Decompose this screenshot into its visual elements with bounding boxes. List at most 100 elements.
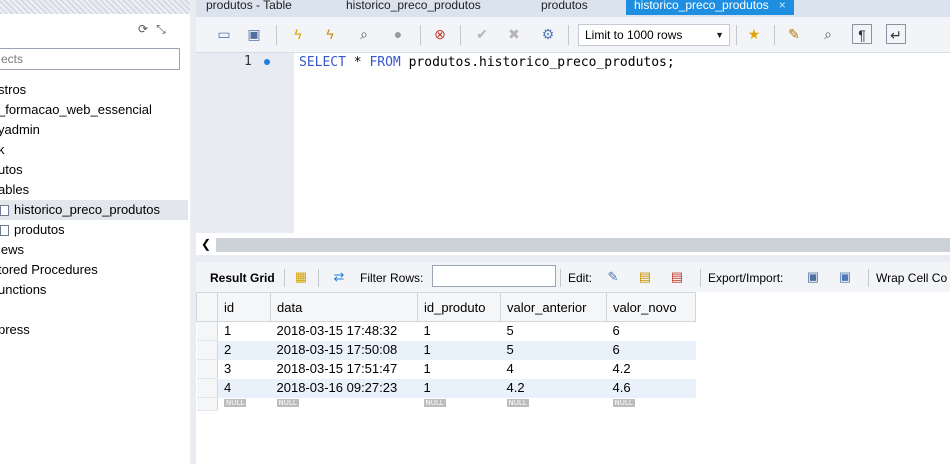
row-header[interactable] bbox=[196, 378, 218, 398]
row-header[interactable] bbox=[196, 359, 218, 379]
save-icon[interactable]: ▣ bbox=[244, 24, 264, 44]
cell-valor-novo[interactable]: 4.6 bbox=[606, 378, 696, 398]
line-number: 1 bbox=[244, 54, 252, 69]
cell-valor-anterior-null[interactable]: NULL bbox=[501, 398, 607, 411]
cell-data[interactable]: 2018-03-15 17:48:32 bbox=[271, 322, 418, 341]
filter-rows-label: Filter Rows: bbox=[360, 271, 424, 285]
beautify-icon[interactable]: ✎ bbox=[784, 24, 804, 44]
null-badge: NULL bbox=[224, 399, 247, 407]
row-header[interactable] bbox=[196, 340, 218, 360]
tree-item-schema[interactable]: utos bbox=[0, 160, 23, 180]
cell-id[interactable]: 3 bbox=[218, 360, 271, 379]
export-icon[interactable]: ▣ bbox=[804, 268, 822, 286]
cell-data[interactable]: 2018-03-15 17:51:47 bbox=[271, 360, 418, 379]
cell-id-produto[interactable]: 1 bbox=[418, 360, 501, 379]
cell-id[interactable]: 1 bbox=[218, 322, 271, 341]
tree-item-schema[interactable]: press bbox=[0, 320, 30, 340]
open-file-icon[interactable]: ▭ bbox=[214, 24, 234, 44]
tree-item-label: produtos bbox=[14, 222, 65, 237]
cell-data-null[interactable]: NULL bbox=[271, 398, 418, 411]
sql-code-line[interactable]: SELECT * FROM produtos.historico_preco_p… bbox=[299, 54, 675, 71]
tree-item-table-produtos[interactable]: produtos bbox=[0, 220, 65, 240]
cell-id-produto-null[interactable]: NULL bbox=[418, 398, 501, 411]
collapse-icon[interactable]: ⤡ bbox=[156, 22, 166, 36]
edit-row-icon[interactable]: ✎ bbox=[604, 268, 622, 286]
column-header-valor-anterior[interactable]: valor_anterior bbox=[500, 292, 607, 322]
delete-row-icon[interactable]: ▤ bbox=[668, 268, 686, 286]
invisible-chars-icon[interactable]: ¶ bbox=[852, 24, 872, 44]
scrollbar-thumb[interactable] bbox=[216, 238, 950, 252]
tree-item-table-historico[interactable]: historico_preco_produtos bbox=[0, 200, 188, 220]
cell-valor-novo[interactable]: 4.2 bbox=[607, 360, 696, 379]
close-icon[interactable]: × bbox=[779, 0, 786, 12]
refresh-icon[interactable]: ⇄ bbox=[330, 268, 348, 286]
tab-label: historico_preco_produtos bbox=[634, 0, 769, 12]
explain-icon[interactable]: ⌕ bbox=[354, 24, 374, 44]
filter-rows-input[interactable] bbox=[432, 265, 556, 287]
rollback-icon[interactable]: ✖ bbox=[504, 24, 524, 44]
find-icon[interactable]: ⌕ bbox=[818, 24, 838, 44]
column-header-id[interactable]: id bbox=[217, 292, 271, 322]
table-row[interactable]: 2 2018-03-15 17:50:08 1 5 6 bbox=[196, 340, 696, 360]
chevron-down-icon: ▼ bbox=[715, 30, 724, 40]
row-header[interactable] bbox=[196, 321, 218, 341]
cell-id[interactable]: 4 bbox=[217, 378, 271, 398]
tree-item-schema[interactable]: _formacao_web_essencial bbox=[0, 100, 152, 120]
sql-editor[interactable]: 1 SELECT * FROM produtos.historico_preco… bbox=[196, 53, 950, 233]
cell-valor-anterior[interactable]: 4 bbox=[501, 360, 607, 379]
autocommit-icon[interactable]: ⚙ bbox=[538, 24, 558, 44]
row-header[interactable] bbox=[196, 397, 218, 411]
tree-item-procedures-folder[interactable]: tored Procedures bbox=[0, 260, 98, 280]
scroll-left-icon[interactable]: ❮ bbox=[196, 233, 216, 255]
execute-icon[interactable]: ϟ bbox=[288, 24, 308, 44]
cell-id-produto[interactable]: 1 bbox=[417, 340, 501, 360]
tab-produtos[interactable]: produtos bbox=[541, 0, 588, 15]
tree-item-functions-folder[interactable]: unctions bbox=[0, 280, 46, 300]
column-header-id-produto[interactable]: id_produto bbox=[417, 292, 501, 322]
cell-data[interactable]: 2018-03-16 09:27:23 bbox=[270, 378, 418, 398]
cell-id-produto[interactable]: 1 bbox=[418, 322, 501, 341]
tab-historico-active[interactable]: historico_preco_produtos × bbox=[626, 0, 794, 15]
tab-produtos-table[interactable]: produtos - Table bbox=[206, 0, 292, 15]
cell-id-produto[interactable]: 1 bbox=[417, 378, 501, 398]
cell-id-null[interactable]: NULL bbox=[218, 398, 271, 411]
commit-icon[interactable]: ✔ bbox=[472, 24, 492, 44]
stop-icon[interactable]: ● bbox=[388, 24, 408, 44]
column-header-data[interactable]: data bbox=[270, 292, 418, 322]
limit-rows-select[interactable]: Limit to 1000 rows ▼ bbox=[578, 24, 730, 46]
refresh-icon[interactable]: ⟳ bbox=[138, 22, 148, 36]
new-row-placeholder[interactable]: NULL NULL NULL NULL NULL bbox=[196, 397, 696, 411]
grid-layout-icon[interactable]: ▦ bbox=[292, 268, 310, 286]
wrap-lines-icon[interactable]: ↵ bbox=[886, 24, 906, 44]
add-snippet-icon[interactable]: ★ bbox=[744, 24, 764, 44]
cell-valor-anterior[interactable]: 5 bbox=[500, 340, 607, 360]
tab-historico-1[interactable]: historico_preco_produtos bbox=[346, 0, 481, 15]
table-row[interactable]: 1 2018-03-15 17:48:32 1 5 6 bbox=[196, 321, 696, 341]
table-row[interactable]: 3 2018-03-15 17:51:47 1 4 4.2 bbox=[196, 359, 696, 379]
tree-item-tables-folder[interactable]: ables bbox=[0, 180, 29, 200]
toggle-errors-icon[interactable]: ⊗ bbox=[430, 24, 450, 44]
table-row[interactable]: 4 2018-03-16 09:27:23 1 4.2 4.6 bbox=[196, 378, 696, 398]
tree-item-views-folder[interactable]: iews bbox=[0, 240, 24, 260]
tree-item-schema[interactable]: k bbox=[0, 140, 5, 160]
cell-data[interactable]: 2018-03-15 17:50:08 bbox=[270, 340, 418, 360]
wrap-cell-content-label[interactable]: Wrap Cell Co bbox=[876, 271, 947, 285]
cell-valor-anterior[interactable]: 5 bbox=[501, 322, 607, 341]
tree-item-schema[interactable]: yadmin bbox=[0, 120, 40, 140]
result-grid-button[interactable]: Result Grid bbox=[210, 271, 275, 285]
import-icon[interactable]: ▣ bbox=[836, 268, 854, 286]
insert-row-icon[interactable]: ▤ bbox=[636, 268, 654, 286]
cell-valor-novo[interactable]: 6 bbox=[606, 340, 696, 360]
horizontal-splitter[interactable] bbox=[196, 255, 950, 262]
cell-valor-novo[interactable]: 6 bbox=[607, 322, 696, 341]
cell-valor-novo-null[interactable]: NULL bbox=[607, 398, 696, 411]
cell-valor-anterior[interactable]: 4.2 bbox=[500, 378, 607, 398]
sql-keyword: SELECT bbox=[299, 55, 346, 70]
schema-filter-input[interactable]: ects bbox=[0, 48, 180, 70]
toolbar-separator bbox=[318, 269, 319, 287]
cell-id[interactable]: 2 bbox=[217, 340, 271, 360]
tree-item-schema[interactable]: stros bbox=[0, 80, 26, 100]
execute-current-icon[interactable]: ϟ bbox=[320, 24, 340, 44]
editor-horizontal-scrollbar[interactable]: ❮ bbox=[196, 233, 950, 255]
column-header-valor-novo[interactable]: valor_novo bbox=[606, 292, 696, 322]
